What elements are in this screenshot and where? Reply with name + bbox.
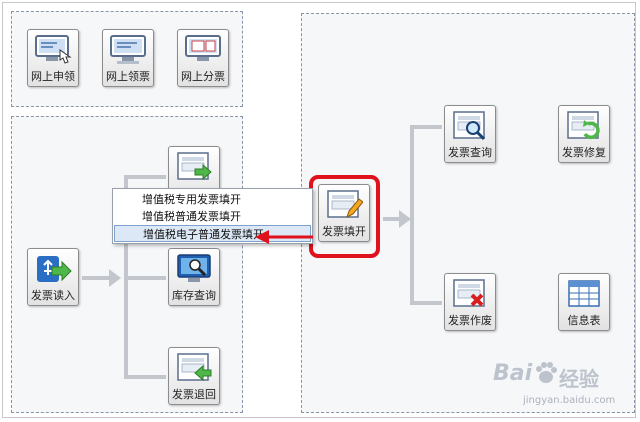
- connector-line: [410, 125, 442, 129]
- online-receive-icon: [110, 35, 146, 64]
- connector-line: [124, 175, 166, 179]
- connector-line: [82, 276, 110, 280]
- pointer-arrow-icon: [255, 230, 313, 244]
- monitor-search-icon: [177, 254, 211, 282]
- invoice-repair-button[interactable]: 发票修复: [558, 105, 610, 163]
- highlight-box: [309, 175, 380, 258]
- invoice-read-button[interactable]: 发票读入: [27, 248, 79, 306]
- paw-icon: [536, 362, 557, 383]
- invoice-query-label: 发票查询: [448, 146, 492, 159]
- online-receive-label: 网上领票: [106, 70, 150, 83]
- invoice-void-icon: [453, 279, 485, 307]
- invoice-repair-label: 发票修复: [562, 146, 606, 159]
- invoice-void-button[interactable]: 发票作废: [444, 273, 496, 331]
- connector-arrow: [109, 269, 121, 287]
- invoice-import-icon: [177, 152, 212, 181]
- connector-line: [124, 276, 166, 280]
- menu-item-normal-vat[interactable]: 增值税普通发票填开: [114, 208, 311, 225]
- invoice-read-label: 发票读入: [31, 289, 75, 302]
- online-distribute-label: 网上分票: [181, 70, 225, 83]
- online-apply-icon: [35, 35, 72, 64]
- invoice-return-icon: [177, 353, 212, 382]
- invoice-query-button[interactable]: 发票查询: [444, 105, 496, 163]
- stock-query-button[interactable]: 库存查询: [168, 248, 220, 306]
- online-distribute-button[interactable]: 网上分票: [177, 29, 229, 87]
- baidu-watermark: Bai 经验 jingyan.baidu.com: [493, 355, 633, 417]
- connector-line: [410, 301, 442, 305]
- online-apply-button[interactable]: 网上申领: [27, 29, 79, 87]
- info-table-label: 信息表: [567, 314, 601, 327]
- menu-item-special-vat[interactable]: 增值税专用发票填开: [114, 191, 311, 208]
- invoice-return-label: 发票退回: [172, 388, 216, 401]
- watermark-jingyan: 经验: [559, 367, 599, 391]
- invoice-search-icon: [453, 111, 486, 141]
- info-table-button[interactable]: 信息表: [558, 273, 610, 331]
- connector-line: [410, 125, 414, 305]
- table-icon: [568, 280, 600, 307]
- invoice-return-button[interactable]: 发票退回: [168, 347, 220, 405]
- invoice-repair-icon: [567, 111, 600, 140]
- app-canvas: 网上申领 网上领票 网上分票 发票读入 库存查询 发票退回 发票填开 发票查询 …: [2, 2, 636, 418]
- connector-line: [124, 375, 166, 379]
- online-distribute-icon: [185, 35, 221, 61]
- usb-import-icon: [37, 256, 72, 282]
- watermark-brand: Bai: [493, 361, 533, 386]
- watermark-url: jingyan.baidu.com: [523, 395, 616, 406]
- online-receive-button[interactable]: 网上领票: [102, 29, 154, 87]
- stock-query-label: 库存查询: [172, 289, 216, 302]
- invoice-void-label: 发票作废: [448, 314, 492, 327]
- online-apply-label: 网上申领: [31, 70, 75, 83]
